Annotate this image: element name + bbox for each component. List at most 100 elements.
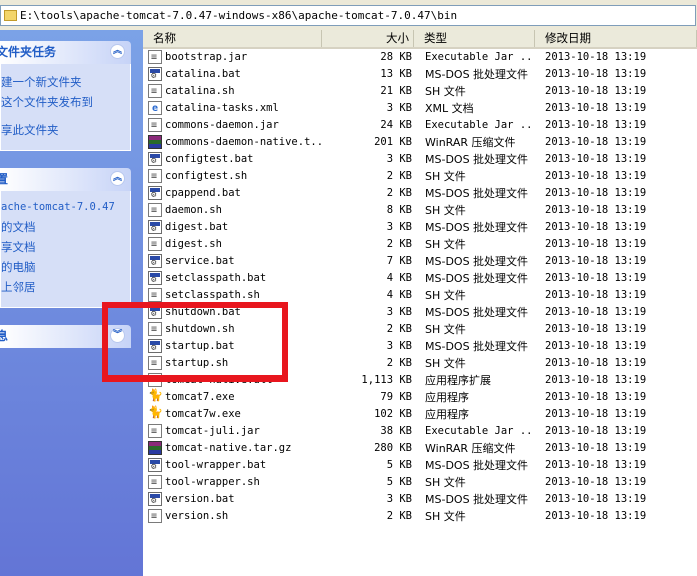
file-type: MS-DOS 批处理文件 (425, 187, 529, 200)
file-size: 102 KB (374, 408, 412, 420)
file-row[interactable]: daemon.sh 8 KB SH 文件 2013-10-18 13:19 (143, 202, 697, 219)
task-new-folder[interactable]: 建一个新文件夹 (1, 72, 130, 92)
document-icon (148, 49, 162, 66)
file-row[interactable]: commons-daemon-native.t... 201 KB WinRAR 压… (143, 134, 697, 151)
file-size: 4 KB (386, 289, 412, 301)
file-date: 2013-10-18 13:19 (545, 153, 647, 165)
file-name: cpappend.bat (165, 187, 241, 199)
file-size: 28 KB (380, 51, 412, 63)
file-type: MS-DOS 批处理文件 (425, 306, 529, 319)
file-name: digest.bat (165, 221, 229, 233)
file-row[interactable]: digest.sh 2 KB SH 文件 2013-10-18 13:19 (143, 236, 697, 253)
file-type: Executable Jar ... (425, 119, 535, 131)
xml-file-icon (148, 100, 162, 117)
batch-file-icon (148, 254, 162, 268)
batch-file-icon (148, 67, 162, 81)
file-size: 21 KB (380, 85, 412, 97)
file-tasks-list: 建一个新文件夹 这个文件夹发布到 享此文件夹 (0, 64, 131, 151)
place-network[interactable]: 上邻居 (1, 277, 130, 297)
file-date: 2013-10-18 13:19 (545, 102, 647, 114)
highlight-underline (108, 375, 284, 377)
file-type: MS-DOS 批处理文件 (425, 493, 529, 506)
file-name: daemon.sh (165, 204, 222, 216)
file-size: 13 KB (380, 68, 412, 80)
column-name[interactable]: 名称 (143, 30, 322, 47)
file-name: tool-wrapper.sh (165, 476, 260, 488)
column-size[interactable]: 大小 (322, 30, 414, 47)
file-type: SH 文件 (425, 85, 466, 98)
file-date: 2013-10-18 13:19 (545, 425, 647, 437)
file-row[interactable]: catalina.bat 13 KB MS-DOS 批处理文件 2013-10-18 … (143, 66, 697, 83)
file-row[interactable]: version.sh 2 KB SH 文件 2013-10-18 13:19 (143, 508, 697, 525)
folder-icon (4, 10, 17, 21)
column-date[interactable]: 修改日期 (535, 30, 697, 47)
file-date: 2013-10-18 13:19 (545, 374, 647, 386)
file-date: 2013-10-18 13:19 (545, 170, 647, 182)
file-row[interactable]: catalina-tasks.xml 3 KB XML 文档 2013-10-18 1… (143, 100, 697, 117)
file-size: 3 KB (386, 493, 412, 505)
file-date: 2013-10-18 13:19 (545, 68, 647, 80)
file-row[interactable]: digest.bat 3 KB MS-DOS 批处理文件 2013-10-18 13:… (143, 219, 697, 236)
file-size: 201 KB (374, 136, 412, 148)
file-size: 3 KB (386, 221, 412, 233)
file-row[interactable]: bootstrap.jar 28 KB Executable Jar ... 2013… (143, 49, 697, 66)
file-size: 1,113 KB (361, 374, 412, 386)
file-size: 280 KB (374, 442, 412, 454)
file-row[interactable]: service.bat 7 KB MS-DOS 批处理文件 2013-10-18 13… (143, 253, 697, 270)
task-publish-folder[interactable]: 这个文件夹发布到 (1, 92, 130, 112)
file-row[interactable]: configtest.sh 2 KB SH 文件 2013-10-18 13:19 (143, 168, 697, 185)
file-size: 8 KB (386, 204, 412, 216)
other-places-header[interactable]: 置 ︽ (0, 168, 131, 191)
file-size: 3 KB (386, 306, 412, 318)
place-my-computer[interactable]: 的电脑 (1, 257, 130, 277)
file-date: 2013-10-18 13:19 (545, 323, 647, 335)
file-date: 2013-10-18 13:19 (545, 391, 647, 403)
file-row[interactable]: commons-daemon.jar 24 KB Executable Jar ..… (143, 117, 697, 134)
batch-file-icon (148, 271, 162, 285)
file-size: 2 KB (386, 510, 412, 522)
batch-file-icon (148, 152, 162, 166)
file-type: Executable Jar ... (425, 51, 535, 63)
place-my-documents[interactable]: 的文档 (1, 217, 130, 237)
file-row[interactable]: version.bat 3 KB MS-DOS 批处理文件 2013-10-18 13… (143, 491, 697, 508)
place-parent-folder[interactable]: ache-tomcat-7.0.47 (1, 197, 130, 217)
file-size: 2 KB (386, 357, 412, 369)
batch-file-icon (148, 220, 162, 234)
file-size: 3 KB (386, 340, 412, 352)
file-row[interactable]: tool-wrapper.sh 5 KB SH 文件 2013-10-18 13:19 (143, 474, 697, 491)
file-name: service.bat (165, 255, 235, 267)
batch-file-icon (148, 186, 162, 200)
file-type: SH 文件 (425, 476, 466, 489)
task-share-folder[interactable]: 享此文件夹 (1, 120, 130, 140)
file-size: 2 KB (386, 170, 412, 182)
document-icon (148, 236, 162, 253)
tomcat-exe-icon (148, 387, 163, 404)
file-name: catalina.bat (165, 68, 241, 80)
file-tasks-header[interactable]: 文件夹任务 ︽ (0, 41, 131, 64)
batch-file-icon (148, 492, 162, 506)
file-row[interactable]: configtest.bat 3 KB MS-DOS 批处理文件 2013-10-18… (143, 151, 697, 168)
file-type: WinRAR 压缩文件 (425, 442, 516, 455)
file-type: MS-DOS 批处理文件 (425, 272, 529, 285)
file-name: commons-daemon.jar (165, 119, 279, 131)
file-row[interactable]: cpappend.bat 2 KB MS-DOS 批处理文件 2013-10-18 1… (143, 185, 697, 202)
file-row[interactable]: tomcat7.exe 79 KB 应用程序 2013-10-18 13:19 (143, 387, 697, 406)
column-header-bar: 名称 大小 类型 修改日期 (143, 30, 697, 49)
collapse-chevron-icon[interactable]: ︽ (110, 44, 125, 59)
file-type: MS-DOS 批处理文件 (425, 459, 529, 472)
file-type: XML 文档 (425, 102, 474, 115)
highlight-box (102, 302, 288, 382)
file-row[interactable]: catalina.sh 21 KB SH 文件 2013-10-18 13:19 (143, 83, 697, 100)
column-type[interactable]: 类型 (414, 30, 535, 47)
file-row[interactable]: tomcat-native.tar.gz 280 KB WinRAR 压缩文件 201… (143, 440, 697, 457)
collapse-chevron-icon[interactable]: ︽ (110, 171, 125, 186)
file-row[interactable]: tool-wrapper.bat 5 KB MS-DOS 批处理文件 2013-10-… (143, 457, 697, 474)
address-field[interactable]: E:\tools\apache-tomcat-7.0.47-windows-x8… (0, 5, 696, 26)
place-shared-documents[interactable]: 享文档 (1, 237, 130, 257)
details-title: 息 (0, 329, 9, 343)
file-row[interactable]: setclasspath.bat 4 KB MS-DOS 批处理文件 2013-10-… (143, 270, 697, 287)
file-type: MS-DOS 批处理文件 (425, 153, 529, 166)
file-type: SH 文件 (425, 323, 466, 336)
file-row[interactable]: tomcat7w.exe 102 KB 应用程序 2013-10-18 13:19 (143, 404, 697, 423)
file-row[interactable]: tomcat-juli.jar 38 KB Executable Jar ... 20… (143, 423, 697, 440)
